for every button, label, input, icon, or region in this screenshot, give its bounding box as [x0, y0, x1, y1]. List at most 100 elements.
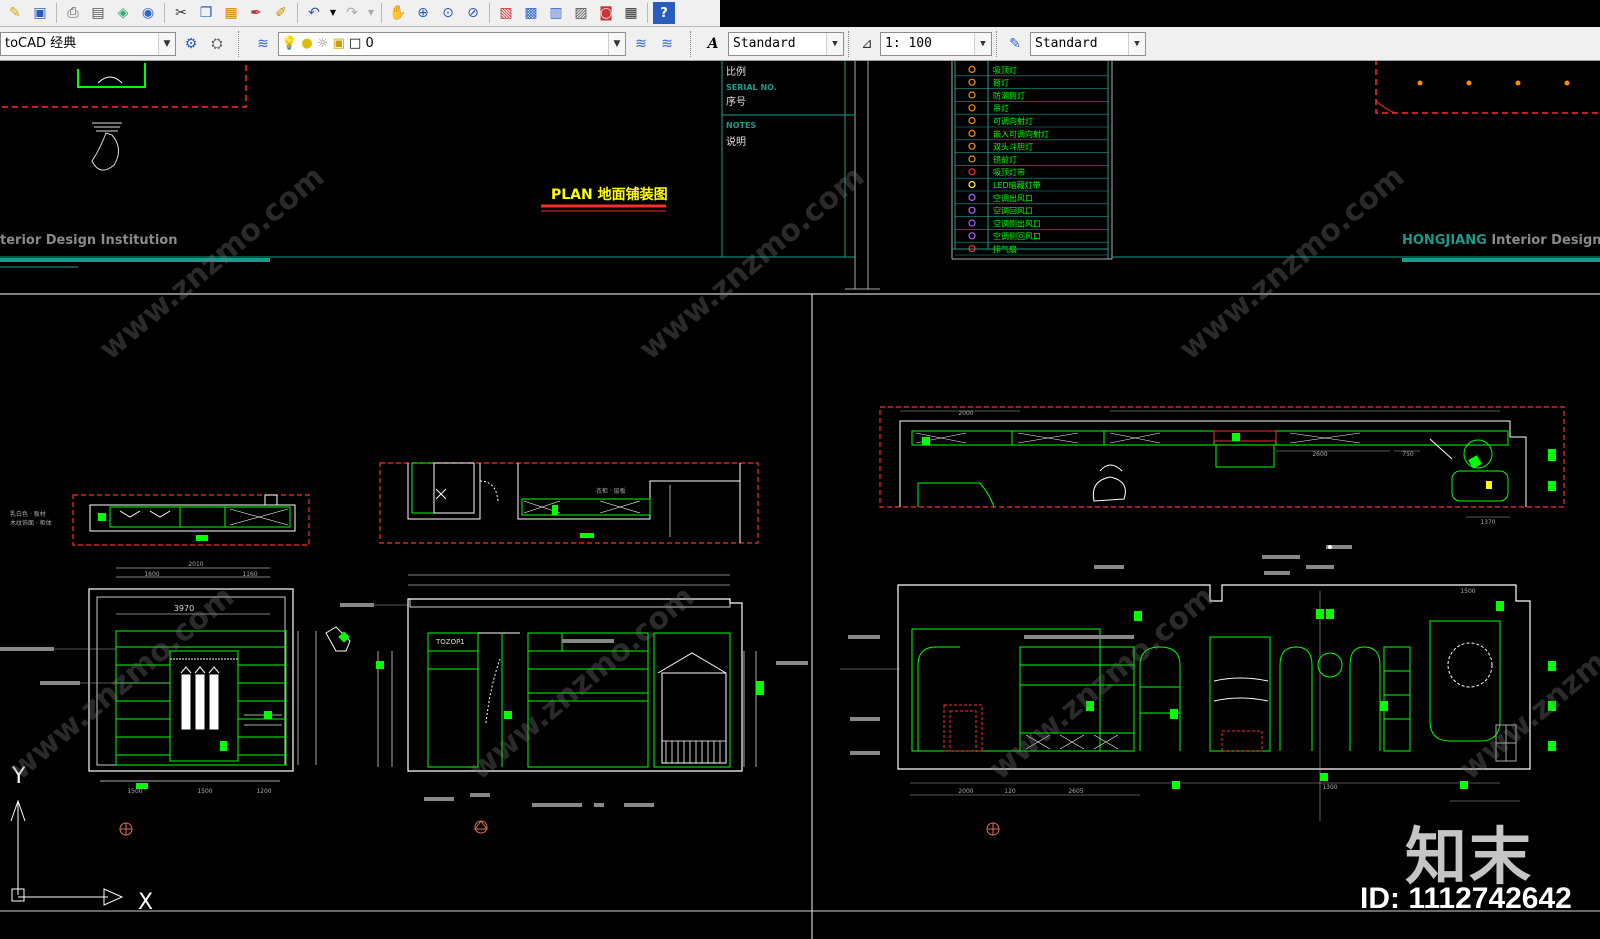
serial-label: SERIAL NO.	[726, 83, 777, 92]
sun-icon[interactable]: ●	[301, 36, 312, 51]
dim-text: 2600	[1312, 451, 1327, 458]
notes-label: NOTES	[726, 121, 756, 130]
tool-palettes-icon[interactable]: ▥	[545, 2, 567, 24]
dim-text: 2605	[1068, 788, 1083, 795]
layer-manager-icon[interactable]: ≋	[252, 33, 274, 55]
dim-text: 2000	[958, 788, 973, 795]
workspace-select[interactable]: toCAD 经典 ▼	[0, 32, 176, 56]
lock-icon[interactable]: ▣	[333, 36, 345, 51]
design-center-icon[interactable]: ▩	[520, 2, 542, 24]
3d-dwf-icon[interactable]: ◉	[137, 2, 159, 24]
toolbar-grip[interactable]	[238, 31, 242, 57]
toolbar-separator	[489, 3, 490, 23]
legend-item-label: 吊灯	[993, 103, 1009, 113]
dim-text: 120	[1004, 788, 1016, 795]
legend-item-label: 筒灯	[993, 78, 1009, 88]
legend-item-label: 可调向射灯	[993, 116, 1033, 126]
dim-text: 1600	[144, 571, 159, 578]
text-style-value: Standard	[733, 36, 796, 51]
toolbar-separator	[164, 3, 165, 23]
chevron-down-icon[interactable]: ▼	[158, 33, 175, 55]
print-icon[interactable]: ⎙	[62, 2, 84, 24]
make-current-layer-icon[interactable]: ≋	[630, 33, 652, 55]
dim-scale-select[interactable]: 1: 100 ▼	[880, 32, 992, 56]
layer-previous-icon[interactable]: ≋	[656, 33, 678, 55]
dim-text: 1160	[242, 571, 257, 578]
dim-text: 1370	[1480, 519, 1495, 526]
zoom-previous-icon[interactable]: ⊘	[462, 2, 484, 24]
quickcalc-icon[interactable]: ▦	[620, 2, 642, 24]
standard-toolbar: ✎ ▣ ⎙ ▤ ◈ ◉ ✂ ❐ ▦ ✒ ✐ ↶ ▼ ↷ ▼ ✋ ⊕ ⊙ ⊘ ▧ …	[0, 0, 720, 27]
legend-item-label: 吸顶灯带	[993, 167, 1025, 177]
dim-text: 1500	[197, 788, 212, 795]
copy-icon[interactable]: ❐	[195, 2, 217, 24]
sheet-set-icon[interactable]: ▨	[570, 2, 592, 24]
dim-text: 2000	[958, 410, 973, 417]
new-file-icon[interactable]: ✎	[4, 2, 26, 24]
number-label: 序号	[726, 95, 746, 108]
zoom-realtime-icon[interactable]: ⊕	[412, 2, 434, 24]
undo-dropdown-icon[interactable]: ▼	[328, 2, 338, 24]
text-style-select[interactable]: Standard ▼	[728, 32, 844, 56]
dim-text: 2010	[188, 561, 203, 568]
table-style-value: Standard	[1035, 36, 1098, 51]
legend-item-label: 排气扇	[993, 244, 1017, 254]
legend-item-label: 吸顶灯	[993, 65, 1017, 75]
note-label: 说明	[726, 135, 746, 148]
pan-icon[interactable]: ✋	[387, 2, 409, 24]
zoom-window-icon[interactable]: ⊙	[437, 2, 459, 24]
bulb-icon[interactable]: 💡	[281, 36, 297, 51]
chevron-down-icon[interactable]: ▼	[1128, 33, 1145, 55]
help-icon[interactable]: ?	[653, 2, 675, 24]
legend-item-label: 嵌入可调向射灯	[993, 129, 1049, 139]
dimension-style-icon[interactable]: ⊿	[856, 33, 878, 55]
redo-icon[interactable]: ↷	[341, 2, 363, 24]
workspace-save-icon[interactable]: ⛭	[206, 33, 228, 55]
chevron-down-icon[interactable]: ▼	[974, 33, 991, 55]
dim-text: 1500	[127, 788, 142, 795]
publish-icon[interactable]: ◈	[112, 2, 134, 24]
undo-icon[interactable]: ↶	[303, 2, 325, 24]
toolbar-grip[interactable]	[996, 31, 1000, 57]
dim-scale-value: 1: 100	[885, 36, 932, 51]
markup-icon[interactable]: ◙	[595, 2, 617, 24]
dim-text: 1500	[1460, 588, 1475, 595]
table-style-select[interactable]: Standard ▼	[1030, 32, 1146, 56]
dim-text: 750	[1402, 451, 1414, 458]
redo-dropdown-icon[interactable]: ▼	[366, 2, 376, 24]
chevron-down-icon[interactable]: ▼	[826, 33, 843, 55]
freeze-icon[interactable]: ☼	[317, 36, 329, 51]
workspace-value: toCAD 经典	[5, 36, 77, 51]
plot-preview-icon[interactable]: ▤	[87, 2, 109, 24]
toolbar-separator	[381, 3, 382, 23]
toolbar-grip[interactable]	[690, 31, 694, 57]
toolbar-grip[interactable]	[848, 31, 852, 57]
legend-item-label: 空调侧出风口	[993, 218, 1041, 228]
dim-text: 1300	[1322, 784, 1337, 791]
drawing-canvas[interactable]: terior Design Institution 比例 SERIAL NO. …	[0, 61, 1600, 939]
legend-item-label: 镜前灯	[993, 154, 1017, 164]
toolbar-separator	[297, 3, 298, 23]
brand-suffix: Interior Design	[1491, 233, 1600, 248]
institution-text: terior Design Institution	[0, 233, 177, 248]
layer-select[interactable]: 💡 ● ☼ ▣ □ 0 ▼	[278, 32, 626, 56]
plan-title: PLAN 地面铺装图	[551, 186, 668, 203]
legend-item-label: 空调侧回风口	[993, 231, 1041, 241]
table-style-icon[interactable]: ✎	[1004, 33, 1026, 55]
block-editor-icon[interactable]: ✐	[270, 2, 292, 24]
save-icon[interactable]: ▣	[29, 2, 51, 24]
properties-icon[interactable]: ▧	[495, 2, 517, 24]
annotation: 衣柜 · 层板	[596, 487, 626, 495]
toolbar-separator	[647, 3, 648, 23]
styles-toolbar: toCAD 经典 ▼ ⚙ ⛭ ≋ 💡 ● ☼ ▣ □ 0 ▼ ≋ ≋ A Sta…	[0, 27, 1600, 61]
text-style-icon[interactable]: A	[702, 33, 724, 55]
legend-item-label: 空调出风口	[993, 193, 1033, 203]
paste-icon[interactable]: ▦	[220, 2, 242, 24]
chevron-down-icon[interactable]: ▼	[608, 33, 625, 55]
workspace-settings-icon[interactable]: ⚙	[180, 33, 202, 55]
layer-value: 0	[365, 36, 374, 51]
legend-item-label: LED暗藏灯带	[993, 180, 1041, 190]
cut-icon[interactable]: ✂	[170, 2, 192, 24]
match-properties-icon[interactable]: ✒	[245, 2, 267, 24]
watermark-id: ID: 1112742642	[1360, 882, 1572, 915]
